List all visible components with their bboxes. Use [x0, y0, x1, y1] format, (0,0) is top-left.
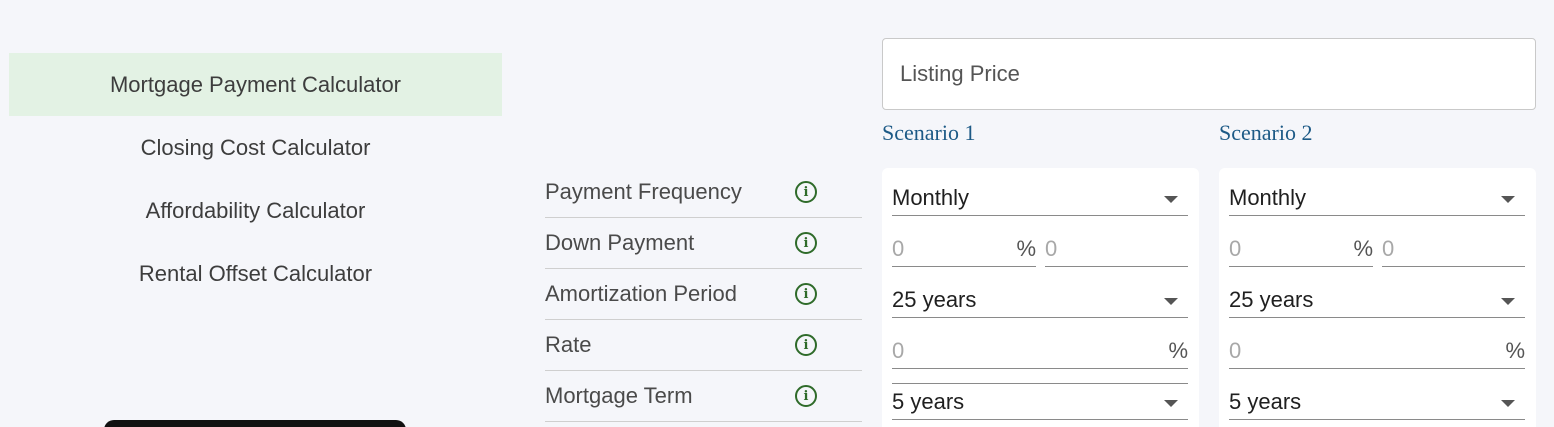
listing-price-input[interactable]: [882, 38, 1536, 110]
placeholder: 0: [892, 235, 905, 261]
placeholder: 0: [1229, 337, 1242, 363]
row-down-payment: Down Payment i: [545, 218, 862, 269]
info-icon[interactable]: i: [795, 181, 817, 203]
percent-unit: %: [1016, 235, 1036, 261]
nav-item-affordability[interactable]: Affordability Calculator: [9, 179, 502, 242]
page: Mortgage Payment Calculator Closing Cost…: [0, 0, 1554, 427]
row-amortization-period: Amortization Period i: [545, 269, 862, 320]
placeholder: 0: [892, 337, 905, 363]
calculator-nav: Mortgage Payment Calculator Closing Cost…: [9, 53, 502, 305]
nav-item-closing-cost[interactable]: Closing Cost Calculator: [9, 116, 502, 179]
scenario-1-amortization-select[interactable]: 25 years: [892, 282, 1188, 318]
row-label-mortgage-term: Mortgage Term: [545, 383, 693, 408]
selected-value: Monthly: [1229, 184, 1307, 210]
scenario-1-down-payment-percent-input[interactable]: 0 %: [892, 231, 1036, 267]
selected-value: Monthly: [892, 184, 970, 210]
selected-value: 5 years: [1229, 388, 1302, 414]
caret-down-icon: [1501, 297, 1515, 305]
info-icon[interactable]: i: [795, 385, 817, 407]
caret-down-icon: [1164, 399, 1178, 407]
scenario-1-payment-frequency-select[interactable]: Monthly: [892, 180, 1188, 216]
percent-unit: %: [1168, 337, 1188, 363]
nav-item-mortgage-payment[interactable]: Mortgage Payment Calculator: [9, 53, 502, 116]
scenario-2-down-payment-percent-input[interactable]: 0 %: [1229, 231, 1373, 267]
row-label-amortization-period: Amortization Period: [545, 281, 737, 306]
scenario-2-amortization-select[interactable]: 25 years: [1229, 282, 1525, 318]
placeholder: 0: [1229, 235, 1242, 261]
scenario-2-rate-input[interactable]: 0 %: [1229, 333, 1525, 369]
scenario-2-down-payment-amount-input[interactable]: 0: [1382, 231, 1525, 267]
selected-value: 25 years: [1229, 286, 1314, 312]
selected-value: 5 years: [892, 388, 965, 414]
row-label-payment-frequency: Payment Frequency: [545, 179, 742, 204]
row-payment-frequency: Payment Frequency i: [545, 167, 862, 218]
info-icon[interactable]: i: [795, 232, 817, 254]
scenario-2-payment-frequency-select[interactable]: Monthly: [1229, 180, 1525, 216]
row-mortgage-term: Mortgage Term i: [545, 371, 862, 422]
nav-item-rental-offset[interactable]: Rental Offset Calculator: [9, 242, 502, 305]
percent-unit: %: [1353, 235, 1373, 261]
info-icon[interactable]: i: [795, 283, 817, 305]
caret-down-icon: [1501, 399, 1515, 407]
scenario-2-title: Scenario 2: [1219, 120, 1313, 145]
caret-down-icon: [1164, 195, 1178, 203]
scenario-1-down-payment-amount-input[interactable]: 0: [1045, 231, 1188, 267]
row-label-rate: Rate: [545, 332, 592, 357]
caret-down-icon: [1164, 297, 1178, 305]
placeholder: 0: [1382, 235, 1395, 261]
placeholder: 0: [1045, 235, 1058, 261]
row-rate: Rate i: [545, 320, 862, 371]
scenario-1-rate-input[interactable]: 0 %: [892, 333, 1188, 369]
row-label-down-payment: Down Payment: [545, 230, 695, 255]
dark-widget-edge: [104, 420, 406, 427]
caret-down-icon: [1501, 195, 1515, 203]
scenario-1-mortgage-term-select[interactable]: 5 years: [892, 384, 1188, 420]
scenario-2-mortgage-term-select[interactable]: 5 years: [1229, 384, 1525, 420]
scenario-1-title: Scenario 1: [882, 120, 976, 145]
percent-unit: %: [1505, 337, 1525, 363]
info-icon[interactable]: i: [795, 334, 817, 356]
selected-value: 25 years: [892, 286, 977, 312]
